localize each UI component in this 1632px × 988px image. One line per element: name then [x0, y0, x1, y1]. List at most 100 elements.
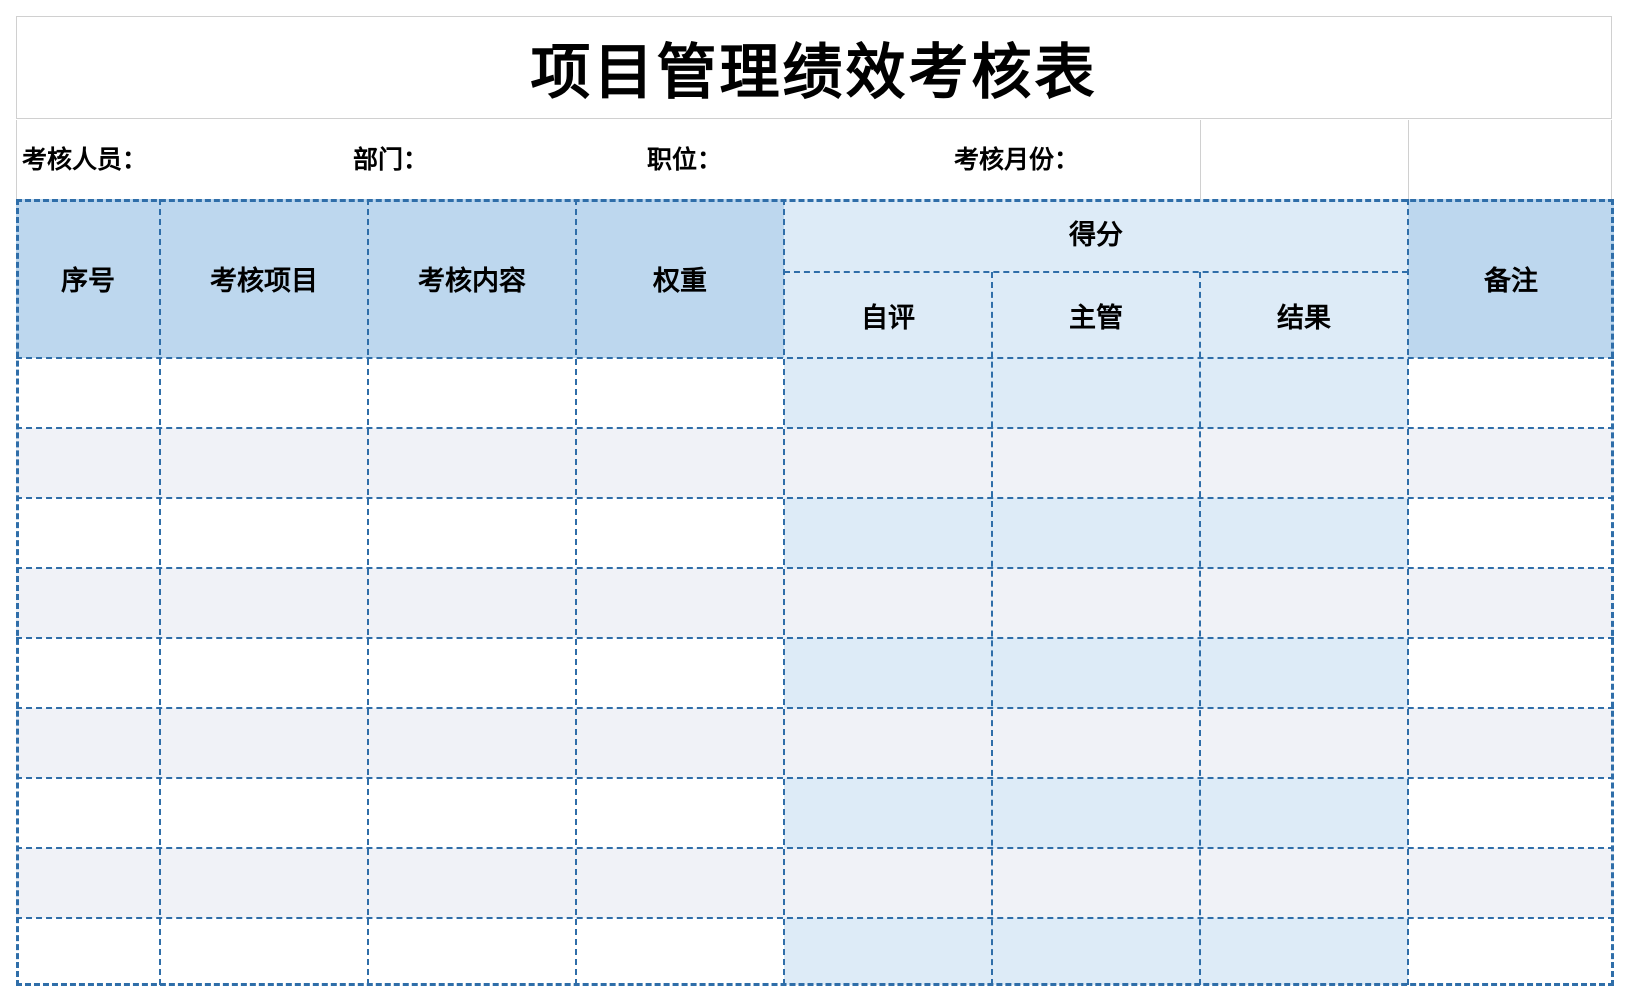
cell-item[interactable] [160, 358, 368, 428]
cell-weight[interactable] [576, 778, 784, 848]
cell-weight[interactable] [576, 848, 784, 918]
cell-supervisor[interactable] [992, 358, 1200, 428]
cell-index[interactable] [16, 498, 160, 568]
cell-weight[interactable] [576, 638, 784, 708]
cell-result[interactable] [1200, 428, 1408, 498]
position-label[interactable]: 职位： [647, 120, 722, 199]
cell-remarks[interactable] [1408, 918, 1614, 985]
row-divider [784, 271, 1408, 273]
cell-index[interactable] [16, 428, 160, 498]
cell-supervisor[interactable] [992, 848, 1200, 918]
header-result: 结果 [1200, 272, 1408, 358]
cell-content[interactable] [368, 498, 576, 568]
cell-item[interactable] [160, 708, 368, 778]
cell-weight[interactable] [576, 498, 784, 568]
cell-supervisor[interactable] [992, 428, 1200, 498]
header-supervisor: 主管 [992, 272, 1200, 358]
cell-item[interactable] [160, 498, 368, 568]
cell-content[interactable] [368, 778, 576, 848]
cell-supervisor[interactable] [992, 638, 1200, 708]
cell-self-eval[interactable] [784, 358, 992, 428]
cell-supervisor[interactable] [992, 498, 1200, 568]
cell-remarks[interactable] [1408, 638, 1614, 708]
cell-remarks[interactable] [1408, 428, 1614, 498]
cell-supervisor[interactable] [992, 918, 1200, 985]
cell-index[interactable] [16, 568, 160, 638]
month-value-cell[interactable] [1201, 120, 1408, 199]
cell-remarks[interactable] [1408, 778, 1614, 848]
cell-self-eval[interactable] [784, 848, 992, 918]
cell-content[interactable] [368, 428, 576, 498]
cell-weight[interactable] [576, 708, 784, 778]
title-cell[interactable]: 项目管理绩效考核表 [16, 16, 1612, 119]
cell-item[interactable] [160, 638, 368, 708]
column-divider [1199, 272, 1201, 985]
cell-result[interactable] [1200, 358, 1408, 428]
row-divider [16, 917, 1614, 919]
row-divider [16, 637, 1614, 639]
cell-content[interactable] [368, 568, 576, 638]
cell-supervisor[interactable] [992, 568, 1200, 638]
cell-weight[interactable] [576, 918, 784, 985]
cell-weight[interactable] [576, 428, 784, 498]
header-content-label: 考核内容 [418, 266, 526, 297]
cell-index[interactable] [16, 358, 160, 428]
cell-remarks[interactable] [1408, 848, 1614, 918]
month-label[interactable]: 考核月份： [954, 120, 1079, 199]
header-self-eval: 自评 [784, 272, 992, 358]
cell-supervisor[interactable] [992, 778, 1200, 848]
cell-content[interactable] [368, 918, 576, 985]
cell-content[interactable] [368, 848, 576, 918]
cell-result[interactable] [1200, 708, 1408, 778]
cell-index[interactable] [16, 708, 160, 778]
cell-result[interactable] [1200, 638, 1408, 708]
cell-item[interactable] [160, 568, 368, 638]
header-result-label: 结果 [1277, 302, 1331, 334]
cell-self-eval[interactable] [784, 638, 992, 708]
cell-item[interactable] [160, 848, 368, 918]
cell-self-eval[interactable] [784, 918, 992, 985]
cell-result[interactable] [1200, 918, 1408, 985]
cell-result[interactable] [1200, 778, 1408, 848]
header-index-label: 序号 [61, 266, 115, 297]
header-weight: 权重 [576, 199, 784, 358]
reviewer-label[interactable]: 考核人员： [22, 120, 147, 199]
cell-weight[interactable] [576, 568, 784, 638]
cell-index[interactable] [16, 918, 160, 985]
cell-content[interactable] [368, 708, 576, 778]
cell-content[interactable] [368, 638, 576, 708]
row-divider [16, 777, 1614, 779]
cell-supervisor[interactable] [992, 708, 1200, 778]
header-remarks-label: 备注 [1484, 266, 1538, 297]
header-score-group-label: 得分 [1069, 220, 1123, 251]
cell-index[interactable] [16, 778, 160, 848]
column-divider [575, 199, 577, 985]
cell-self-eval[interactable] [784, 498, 992, 568]
cell-result[interactable] [1200, 568, 1408, 638]
column-divider [159, 199, 161, 985]
cell-weight[interactable] [576, 358, 784, 428]
header-supervisor-label: 主管 [1069, 302, 1123, 334]
cell-item[interactable] [160, 778, 368, 848]
cell-result[interactable] [1200, 848, 1408, 918]
cell-content[interactable] [368, 358, 576, 428]
department-label[interactable]: 部门： [353, 120, 428, 199]
cell-self-eval[interactable] [784, 778, 992, 848]
column-divider [783, 199, 785, 985]
cell-remarks[interactable] [1408, 358, 1614, 428]
cell-self-eval[interactable] [784, 708, 992, 778]
cell-index[interactable] [16, 638, 160, 708]
cell-remarks[interactable] [1408, 708, 1614, 778]
row-divider [16, 707, 1614, 709]
cell-result[interactable] [1200, 498, 1408, 568]
cell-self-eval[interactable] [784, 568, 992, 638]
column-divider [367, 199, 369, 985]
cell-item[interactable] [160, 428, 368, 498]
cell-remarks[interactable] [1408, 568, 1614, 638]
header-weight-label: 权重 [653, 266, 707, 297]
cell-item[interactable] [160, 918, 368, 985]
cell-remarks[interactable] [1408, 498, 1614, 568]
cell-index[interactable] [16, 848, 160, 918]
cell-self-eval[interactable] [784, 428, 992, 498]
info-extra-cell[interactable] [1409, 120, 1612, 199]
